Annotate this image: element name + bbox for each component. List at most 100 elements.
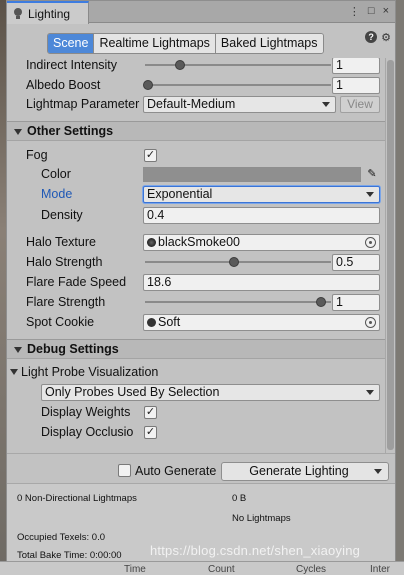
tab-realtime-lightmaps[interactable]: Realtime Lightmaps: [94, 34, 216, 53]
halo-texture-value: blackSmoke00: [158, 235, 240, 249]
spot-cookie-field[interactable]: Soft: [143, 314, 380, 331]
other-settings-title: Other Settings: [27, 124, 114, 138]
halo-strength-slider-thumb[interactable]: [229, 257, 239, 267]
row-lightmap-parameter: Lightmap Parameter Default-Medium View: [7, 94, 385, 114]
other-settings-header[interactable]: Other Settings: [7, 121, 385, 141]
object-picker-icon[interactable]: [365, 317, 376, 328]
light-probe-mode-value: Only Probes Used By Selection: [45, 385, 220, 399]
tab-baked-lightmaps[interactable]: Baked Lightmaps: [215, 34, 323, 53]
row-light-probe-visualization[interactable]: Light Probe Visualization: [7, 362, 385, 382]
indirect-intensity-field[interactable]: 1: [332, 58, 380, 74]
no-lightmaps-text: No Lightmaps: [232, 513, 291, 524]
chevron-down-icon[interactable]: [374, 469, 382, 474]
fog-label: Fog: [26, 148, 48, 162]
texture-icon: [147, 318, 156, 327]
lightmap-parameter-dropdown[interactable]: Default-Medium: [143, 96, 336, 113]
lighting-window: Lighting ⋮ □ × Scene Realtime Lightmaps …: [6, 0, 396, 561]
tab-scene[interactable]: Scene: [48, 34, 95, 53]
display-weights-label: Display Weights: [41, 405, 131, 419]
bg-label-count: Count: [208, 564, 235, 575]
scrollbar-thumb[interactable]: [387, 60, 394, 450]
row-mode: Mode Exponential: [7, 184, 385, 204]
chevron-down-icon: [322, 102, 330, 107]
color-label: Color: [41, 167, 71, 181]
flare-strength-field[interactable]: 1: [332, 294, 380, 311]
row-fog: Fog ✓: [7, 145, 385, 165]
halo-texture-label: Halo Texture: [26, 235, 96, 249]
row-density: Density 0.4: [7, 205, 385, 225]
row-flare-fade-speed: Flare Fade Speed 18.6: [7, 272, 385, 292]
object-picker-icon[interactable]: [365, 237, 376, 248]
window-controls: ⋮ □ ×: [349, 5, 389, 18]
bg-label-time: Time: [124, 564, 146, 575]
fog-mode-value: Exponential: [147, 187, 213, 201]
lightmap-parameter-label: Lightmap Parameter: [26, 97, 140, 111]
flare-strength-slider[interactable]: [145, 301, 331, 303]
light-probe-mode-dropdown[interactable]: Only Probes Used By Selection: [41, 384, 380, 401]
lightmap-size: 0 B: [232, 493, 247, 504]
help-icon[interactable]: ?: [365, 31, 378, 43]
row-halo-strength: Halo Strength 0.5: [7, 252, 385, 272]
spot-cookie-value: Soft: [158, 315, 181, 329]
indirect-intensity-slider[interactable]: [145, 64, 331, 66]
view-button[interactable]: View: [340, 96, 380, 113]
mode-label: Mode: [41, 187, 73, 201]
display-occlusion-checkbox[interactable]: ✓: [144, 425, 157, 439]
albedo-boost-slider-thumb[interactable]: [143, 80, 153, 90]
halo-texture-field[interactable]: blackSmoke00: [143, 234, 380, 251]
density-field[interactable]: 0.4: [143, 207, 380, 224]
spot-cookie-label: Spot Cookie: [26, 315, 95, 329]
halo-strength-label: Halo Strength: [26, 255, 103, 269]
generate-lighting-button[interactable]: Generate Lighting: [221, 462, 389, 481]
menu-icon[interactable]: ⋮: [349, 5, 360, 18]
row-albedo-boost: Albedo Boost 1: [7, 75, 385, 95]
bulb-icon: [13, 7, 23, 20]
albedo-boost-slider[interactable]: [145, 84, 331, 86]
maximize-icon[interactable]: □: [368, 5, 375, 18]
generate-bar: Auto Generate Generate Lighting: [7, 453, 395, 483]
flare-strength-label: Flare Strength: [26, 295, 106, 309]
close-icon[interactable]: ×: [383, 5, 389, 18]
settings-gear-icon[interactable]: ⚙: [381, 31, 391, 44]
lighting-mode-tabs: Scene Realtime Lightmaps Baked Lightmaps: [47, 33, 324, 54]
row-indirect-intensity: Indirect Intensity 1: [7, 58, 385, 75]
indirect-intensity-slider-thumb[interactable]: [175, 60, 185, 70]
tab-title: Lighting: [28, 6, 71, 21]
chevron-down-icon: [366, 390, 374, 395]
bg-label-cycles: Cycles: [296, 564, 327, 575]
chevron-down-icon: [366, 192, 374, 197]
watermark: https://blog.csdn.net/shen_xiaoying: [150, 543, 361, 558]
total-bake-time: Total Bake Time: 0:00:00: [17, 550, 122, 561]
flare-strength-slider-thumb[interactable]: [316, 297, 326, 307]
lighting-tab[interactable]: Lighting: [7, 1, 89, 24]
foldout-expanded-icon: [14, 347, 22, 353]
lightmap-parameter-value: Default-Medium: [147, 97, 236, 111]
vertical-scrollbar[interactable]: [385, 58, 395, 453]
debug-settings-header[interactable]: Debug Settings: [7, 339, 385, 359]
auto-generate-label: Auto Generate: [135, 464, 217, 478]
flare-fade-speed-label: Flare Fade Speed: [26, 275, 127, 289]
foldout-expanded-icon: [14, 129, 22, 135]
row-probe-mode: Only Probes Used By Selection: [7, 382, 385, 402]
row-halo-texture: Halo Texture blackSmoke00: [7, 232, 385, 252]
fog-color-swatch[interactable]: [143, 167, 361, 182]
indirect-intensity-label: Indirect Intensity: [26, 58, 118, 72]
row-color: Color ✎: [7, 164, 385, 184]
fog-mode-dropdown[interactable]: Exponential: [143, 186, 380, 203]
flare-fade-speed-field[interactable]: 18.6: [143, 274, 380, 291]
display-weights-checkbox[interactable]: ✓: [144, 405, 157, 419]
inspector-content: Indirect Intensity 1 Albedo Boost 1 Ligh…: [7, 58, 385, 453]
lightmap-count: 0 Non-Directional Lightmaps: [17, 493, 137, 504]
fog-checkbox[interactable]: ✓: [144, 148, 157, 162]
bg-label-inter: Inter: [370, 564, 391, 575]
auto-generate-checkbox[interactable]: [118, 464, 131, 477]
row-display-occlusion: Display Occlusio ✓: [7, 422, 385, 442]
light-probe-visualization-label: Light Probe Visualization: [21, 365, 159, 379]
eyedropper-icon[interactable]: ✎: [365, 167, 379, 181]
background-table-header: Time Count Cycles Inter: [0, 561, 404, 575]
halo-strength-field[interactable]: 0.5: [332, 254, 380, 271]
albedo-boost-field[interactable]: 1: [332, 77, 380, 94]
foldout-expanded-icon: [10, 369, 18, 375]
title-bar: Lighting ⋮ □ ×: [7, 1, 395, 24]
toolbar-icons: ? ⚙: [365, 31, 391, 44]
